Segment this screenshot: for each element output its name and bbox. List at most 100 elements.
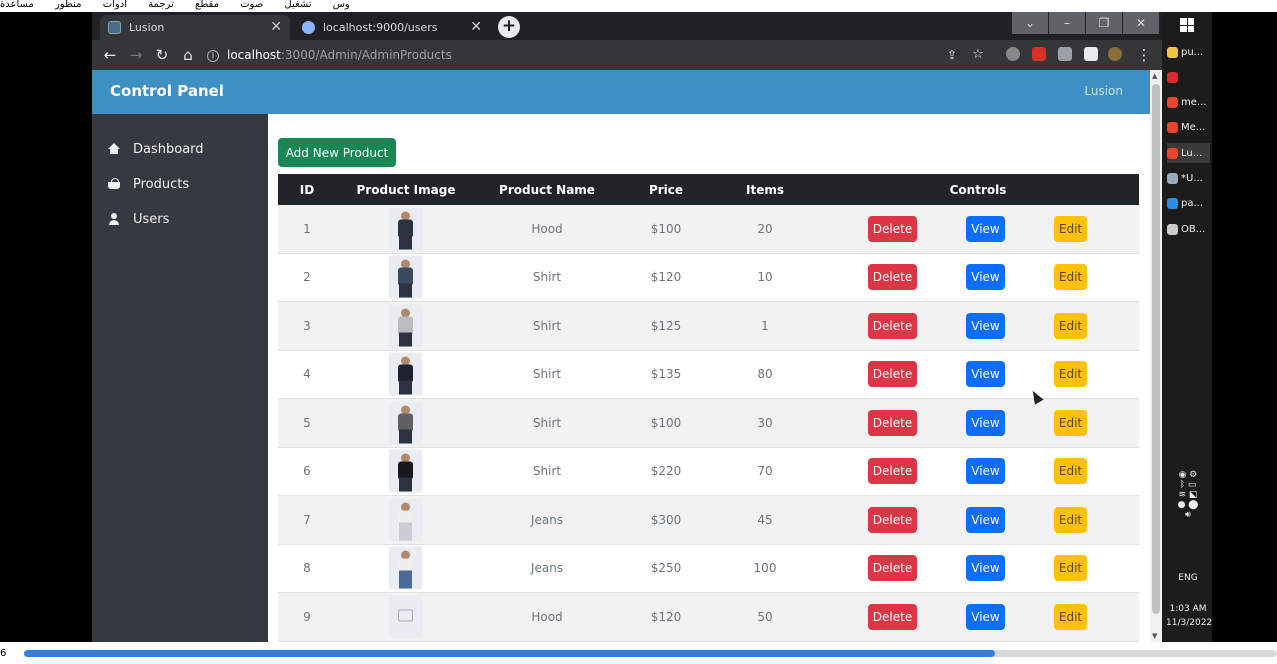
tab-search-icon[interactable]: ⌄	[1012, 12, 1048, 34]
edit-button[interactable]: Edit	[1054, 361, 1087, 388]
edit-button[interactable]: Edit	[1054, 312, 1087, 339]
sidebar-item-users[interactable]: Users	[108, 209, 169, 229]
table-row: 5 Shirt $100 30 Delete View Edit	[278, 399, 1139, 448]
windows-start-icon[interactable]	[1180, 18, 1194, 32]
cell-id: 5	[303, 415, 311, 430]
taskbar-app[interactable]: *U...	[1167, 169, 1210, 189]
menu-item[interactable]: تشغيل	[284, 0, 311, 10]
taskbar-app[interactable]	[1167, 67, 1210, 87]
edit-button[interactable]: Edit	[1054, 555, 1087, 582]
edit-button[interactable]: Edit	[1054, 409, 1087, 436]
app-icon	[1167, 71, 1178, 83]
menu-item[interactable]: وس	[333, 0, 350, 10]
cell-price: $300	[650, 512, 682, 527]
close-window-button[interactable]: ✕	[1123, 12, 1159, 34]
restore-button[interactable]: ❐	[1086, 12, 1122, 34]
close-tab-icon[interactable]: ✕	[270, 19, 282, 35]
app-icon	[1167, 46, 1178, 58]
page-scrollbar[interactable]: ▲ ▼	[1150, 70, 1162, 642]
taskbar-app[interactable]: pu...	[1167, 42, 1210, 62]
view-button[interactable]: View	[966, 409, 1005, 436]
cell-items: 20	[757, 221, 773, 236]
language-indicator[interactable]: ENG	[1166, 573, 1210, 583]
taskbar-app[interactable]: me...	[1167, 93, 1210, 113]
column-header-price: Price	[648, 183, 684, 197]
view-button[interactable]: View	[966, 361, 1005, 388]
add-product-button[interactable]: Add New Product	[278, 138, 396, 167]
profile-avatar[interactable]	[1108, 47, 1122, 61]
seek-track[interactable]	[24, 650, 1277, 657]
view-button[interactable]: View	[966, 603, 1005, 630]
bookmark-star-icon[interactable]: ☆	[968, 45, 988, 65]
minimize-button[interactable]: –	[1049, 12, 1085, 34]
taskbar-app[interactable]: pa...	[1167, 194, 1210, 214]
back-icon[interactable]: ←	[100, 45, 120, 65]
edit-button[interactable]: Edit	[1054, 458, 1087, 485]
sidebar-item-products[interactable]: Products	[108, 174, 189, 194]
address-bar[interactable]: i localhost:3000/Admin/AdminProducts	[207, 43, 907, 67]
menu-item[interactable]: منظور	[55, 0, 82, 10]
app-icon	[1167, 198, 1178, 210]
home-icon[interactable]: ⌂	[178, 45, 198, 65]
app-header: Control Panel Lusion	[92, 70, 1150, 114]
menu-item[interactable]: أدوات	[103, 0, 127, 10]
browser-menu-icon[interactable]: ⋮	[1134, 45, 1154, 65]
sidebar-item-dashboard[interactable]: Dashboard	[108, 139, 204, 159]
delete-button[interactable]: Delete	[868, 603, 917, 630]
delete-button[interactable]: Delete	[868, 264, 917, 291]
sidebar-item-label: Dashboard	[133, 141, 204, 157]
scroll-down-icon[interactable]: ▼	[1152, 632, 1157, 640]
brand-link[interactable]: Lusion	[1084, 84, 1123, 98]
edit-button[interactable]: Edit	[1054, 603, 1087, 630]
tab-users[interactable]: localhost:9000/users ✕	[294, 15, 490, 40]
edit-button[interactable]: Edit	[1054, 264, 1087, 291]
column-header-id: ID	[299, 183, 315, 197]
cell-name: Shirt	[532, 270, 562, 285]
delete-button[interactable]: Delete	[868, 506, 917, 533]
products-table: ID Product Image Product Name Price Item…	[278, 174, 1139, 642]
menu-item[interactable]: صوت	[240, 0, 263, 10]
edit-button[interactable]: Edit	[1054, 215, 1087, 242]
cell-name: Shirt	[532, 367, 562, 382]
delete-button[interactable]: Delete	[868, 458, 917, 485]
app-favicon-icon	[108, 21, 121, 34]
tab-strip: Lusion ✕ localhost:9000/users ✕ + ⌄ – ❐ …	[92, 12, 1162, 40]
menu-item[interactable]: مساعدة	[0, 0, 34, 10]
reload-icon[interactable]: ↻	[152, 45, 172, 65]
tab-lusion[interactable]: Lusion ✕	[100, 15, 290, 40]
view-button[interactable]: View	[966, 458, 1005, 485]
view-button[interactable]: View	[966, 506, 1005, 533]
sidebar: Dashboard Products Users	[92, 114, 268, 642]
delete-button[interactable]: Delete	[868, 215, 917, 242]
taskbar-app[interactable]: OB...	[1167, 219, 1210, 239]
menu-item[interactable]: مقطع	[195, 0, 219, 10]
cell-price: $135	[650, 367, 682, 382]
scrollbar-thumb[interactable]	[1152, 84, 1160, 614]
share-icon[interactable]: ⇪	[942, 45, 962, 65]
delete-button[interactable]: Delete	[868, 555, 917, 582]
close-tab-icon[interactable]: ✕	[470, 19, 482, 35]
view-button[interactable]: View	[966, 555, 1005, 582]
clock-time[interactable]: 1:03 AM	[1166, 604, 1210, 614]
view-button[interactable]: View	[966, 264, 1005, 291]
extension-icon[interactable]	[1032, 47, 1046, 61]
delete-button[interactable]: Delete	[868, 361, 917, 388]
side-panel-icon[interactable]	[1084, 47, 1098, 61]
view-button[interactable]: View	[966, 215, 1005, 242]
forward-icon[interactable]: →	[126, 45, 146, 65]
table-row: 3 Shirt $125 1 Delete View Edit	[278, 302, 1139, 351]
scroll-up-icon[interactable]: ▲	[1152, 72, 1157, 80]
extension-icon[interactable]	[1006, 47, 1020, 61]
clock-date[interactable]: 11/3/2022	[1166, 618, 1212, 628]
taskbar-app[interactable]: Me...	[1167, 118, 1210, 138]
extensions-puzzle-icon[interactable]	[1058, 47, 1072, 61]
new-tab-button[interactable]: +	[498, 16, 520, 38]
edit-button[interactable]: Edit	[1054, 506, 1087, 533]
taskbar-app[interactable]: Lu...	[1167, 143, 1210, 164]
delete-button[interactable]: Delete	[868, 409, 917, 436]
view-button[interactable]: View	[966, 312, 1005, 339]
delete-button[interactable]: Delete	[868, 312, 917, 339]
menu-item[interactable]: ترجمة	[148, 0, 174, 10]
site-info-icon[interactable]: i	[207, 49, 219, 62]
table-row: 1 Hood $100 20 Delete View Edit	[278, 205, 1139, 254]
